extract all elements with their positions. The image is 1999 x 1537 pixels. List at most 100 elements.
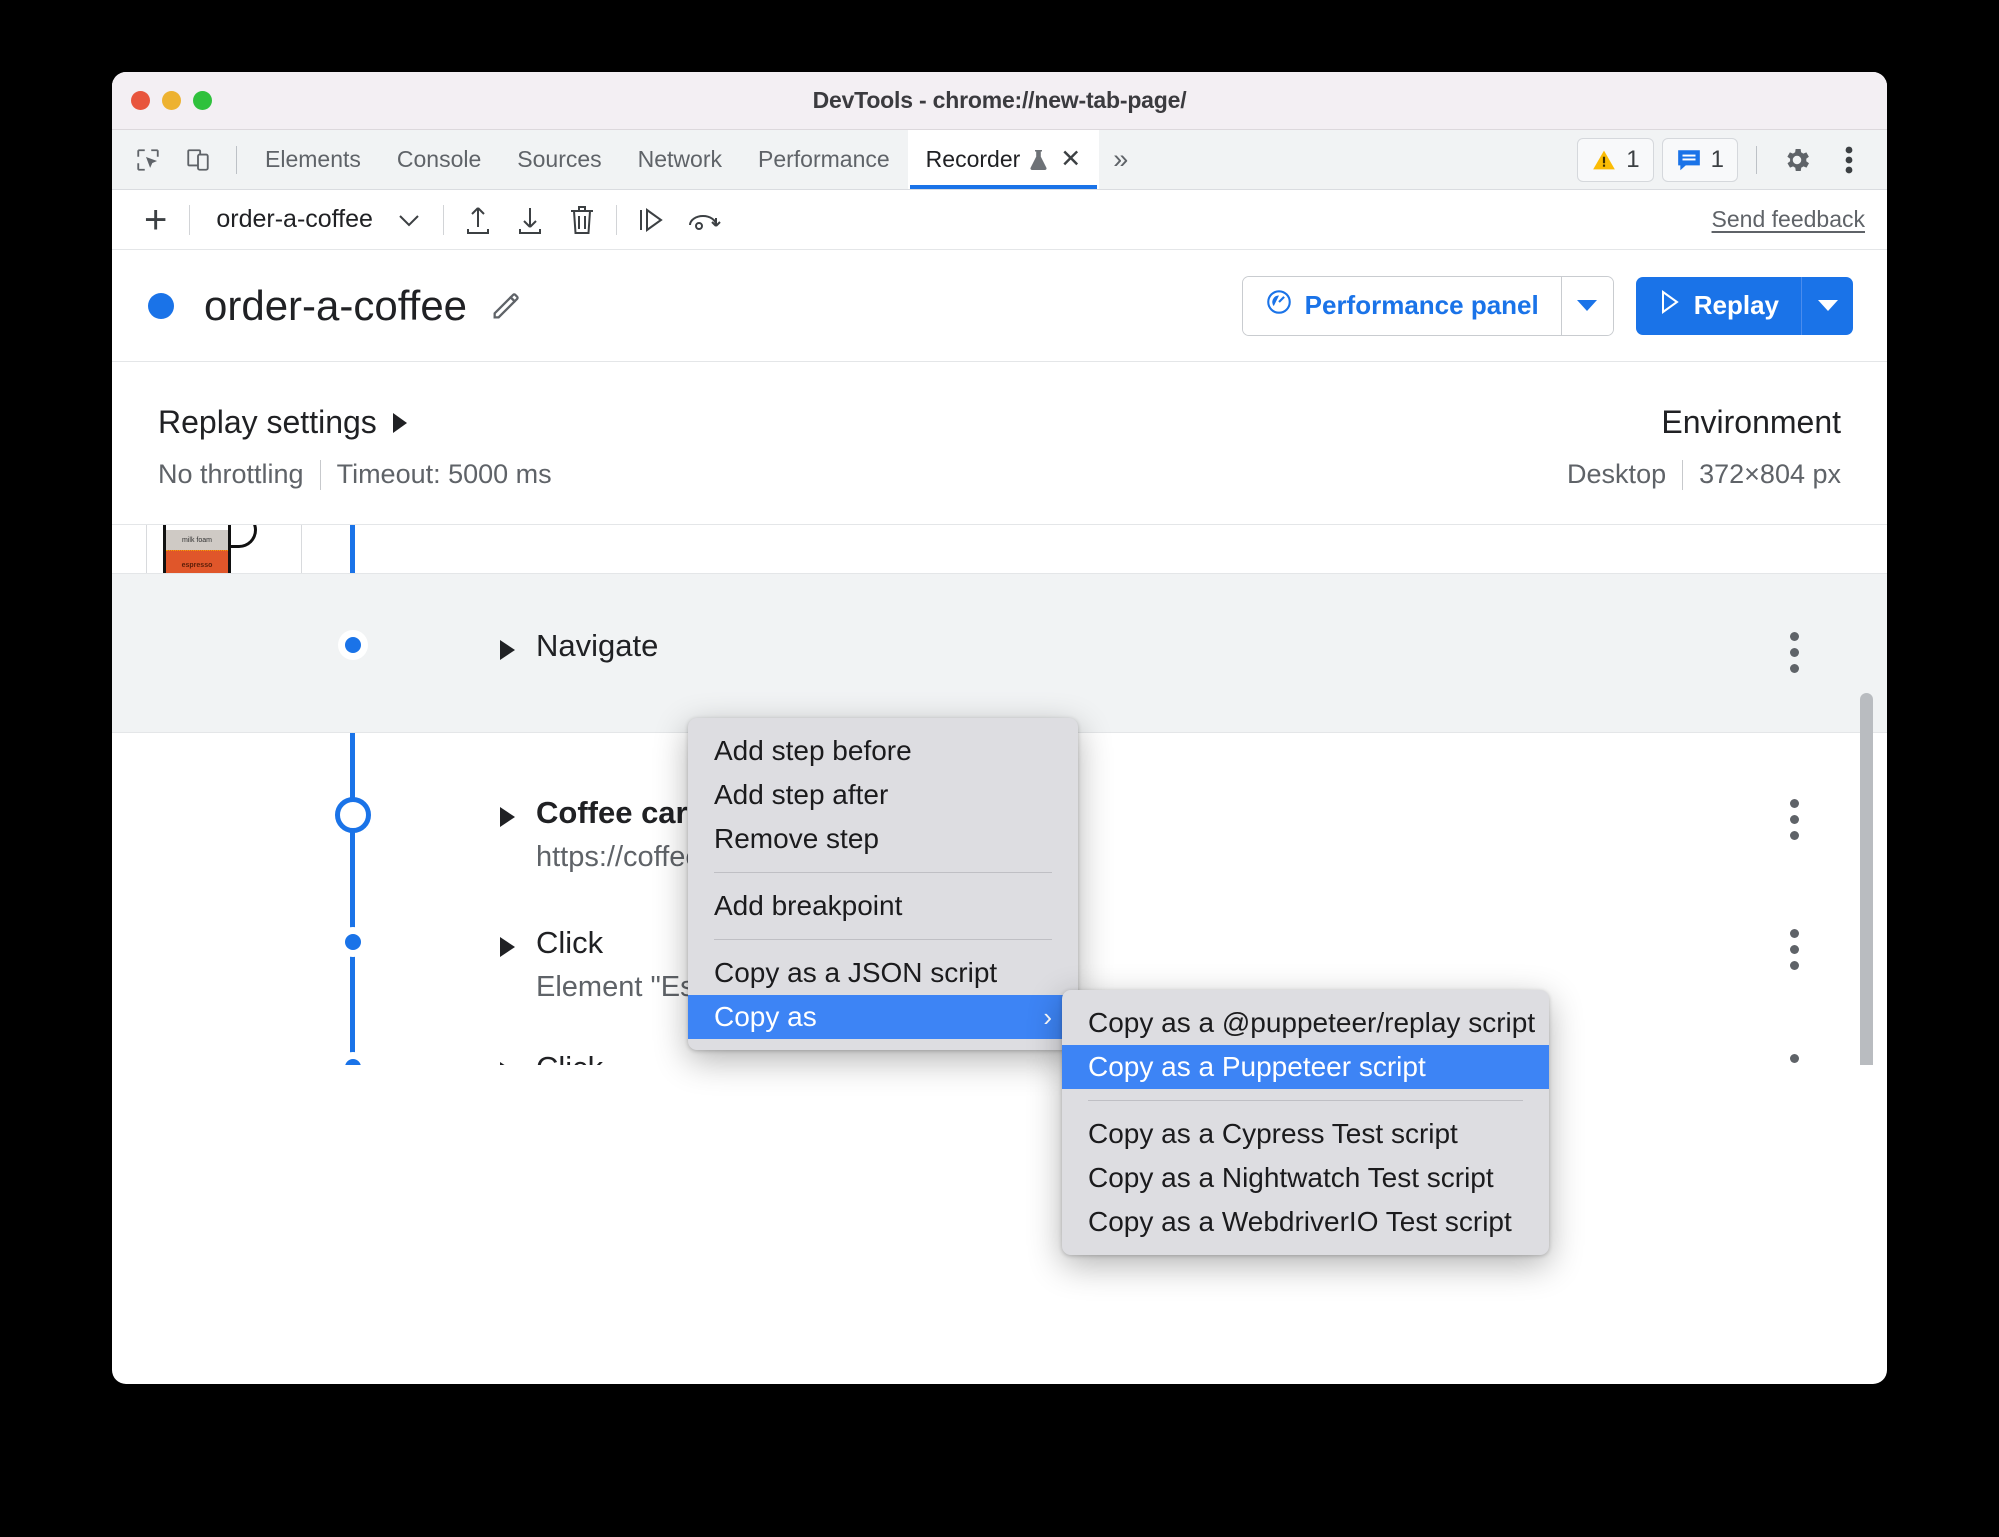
page-title: order-a-coffee — [204, 281, 468, 329]
experiment-flask-icon — [1029, 148, 1049, 172]
maximize-window-button[interactable] — [193, 91, 212, 110]
environment-block: Environment Desktop 372×804 px — [1567, 404, 1841, 490]
menu-item-copy-nightwatch[interactable]: Copy as a Nightwatch Test script — [1062, 1156, 1549, 1200]
replay-settings-toggle[interactable]: Replay settings — [158, 404, 552, 441]
menu-item-add-step-after[interactable]: Add step after — [688, 773, 1078, 817]
window-title: DevTools - chrome://new-tab-page/ — [812, 87, 1187, 113]
issues-badge[interactable]: 1 — [1661, 137, 1738, 182]
tab-recorder[interactable]: Recorder ✕ — [907, 130, 1100, 189]
send-feedback-link[interactable]: Send feedback — [1712, 206, 1865, 233]
menu-item-copy-as-json[interactable]: Copy as a JSON script — [688, 951, 1078, 995]
step-title: Coffee cart — [536, 795, 698, 830]
upload-icon[interactable] — [452, 198, 504, 242]
menu-item-copy-puppeteer[interactable]: Copy as a Puppeteer script — [1062, 1045, 1549, 1089]
tabbar-divider — [236, 145, 237, 174]
menu-item-add-step-before[interactable]: Add step before — [688, 729, 1078, 773]
tab-network[interactable]: Network — [620, 130, 740, 189]
chevron-down-icon — [1817, 300, 1838, 311]
table-row[interactable]: Navigate — [112, 573, 1887, 733]
tabbar-right-tools: 1 1 — [1577, 130, 1887, 189]
tab-label: Network — [637, 146, 722, 172]
expand-step-icon[interactable] — [500, 937, 515, 957]
panel-tabs: Elements Console Sources Network Perform… — [247, 130, 1100, 189]
kebab-icon[interactable] — [1827, 138, 1871, 182]
tab-label: Elements — [265, 146, 361, 172]
tab-label: Performance — [758, 146, 890, 172]
performance-panel-button-group: Performance panel — [1241, 275, 1614, 336]
device-toolbar-icon[interactable] — [176, 138, 220, 182]
step-title: Navigate — [536, 628, 659, 663]
tab-sources[interactable]: Sources — [499, 130, 619, 189]
step-content: Click Element "Proceed to checkout" — [500, 1050, 935, 1065]
triangle-right-icon — [392, 412, 407, 433]
step-node-dot — [338, 1052, 368, 1065]
menu-item-remove-step[interactable]: Remove step — [688, 817, 1078, 861]
replay-dropdown[interactable] — [1801, 276, 1853, 335]
inspect-element-icon[interactable] — [126, 138, 170, 182]
tab-label: Recorder — [925, 146, 1021, 172]
recorder-toolbar: + order-a-coffee Send feedback — [112, 190, 1887, 250]
step-kebab-icon[interactable] — [1789, 1054, 1799, 1065]
download-icon[interactable] — [504, 198, 556, 242]
pencil-icon[interactable] — [489, 289, 523, 323]
menu-item-copy-puppeteer-replay[interactable]: Copy as a @puppeteer/replay script — [1062, 1001, 1549, 1045]
step-content: Coffee cart https://coffee — [500, 795, 702, 874]
warnings-count: 1 — [1626, 145, 1640, 173]
menu-item-label: Copy as — [714, 1001, 817, 1032]
step-content: Navigate — [500, 628, 658, 664]
step-node-dot — [338, 927, 368, 957]
replay-button[interactable]: Replay — [1635, 276, 1801, 335]
step-kebab-icon[interactable] — [1789, 929, 1799, 970]
window-controls — [131, 91, 212, 110]
tab-label: Console — [396, 146, 482, 172]
chevron-down-icon — [1577, 300, 1598, 311]
minimize-window-button[interactable] — [162, 91, 181, 110]
step-over-icon[interactable] — [625, 198, 677, 242]
performance-gauge-icon — [1265, 288, 1293, 323]
more-tabs-icon[interactable]: » — [1099, 130, 1142, 189]
menu-separator-2 — [714, 939, 1052, 940]
replay-settings-block: Replay settings No throttling Timeout: 5… — [158, 404, 552, 490]
add-recording-button[interactable]: + — [130, 200, 181, 240]
submenu-separator — [1088, 1100, 1523, 1101]
toolbar-divider — [189, 204, 191, 235]
menu-item-add-breakpoint[interactable]: Add breakpoint — [688, 884, 1078, 928]
menu-item-copy-as[interactable]: Copy as › — [688, 995, 1078, 1039]
close-window-button[interactable] — [131, 91, 150, 110]
step-kebab-icon[interactable] — [1789, 799, 1799, 840]
performance-panel-button[interactable]: Performance panel — [1242, 276, 1561, 335]
settings-row: Replay settings No throttling Timeout: 5… — [112, 362, 1887, 525]
close-icon[interactable]: ✕ — [1060, 147, 1081, 172]
menu-item-copy-webdriverio[interactable]: Copy as a WebdriverIO Test script — [1062, 1200, 1549, 1244]
warnings-badge[interactable]: 1 — [1577, 137, 1654, 182]
tab-label: Sources — [517, 146, 602, 172]
menu-item-copy-cypress[interactable]: Copy as a Cypress Test script — [1062, 1112, 1549, 1156]
environment-label: Environment — [1661, 404, 1841, 440]
recording-selector-label[interactable]: order-a-coffee — [216, 205, 373, 234]
recording-status-dot — [148, 292, 174, 319]
performance-panel-dropdown[interactable] — [1560, 276, 1613, 335]
step-kebab-icon[interactable] — [1789, 632, 1799, 673]
tab-elements[interactable]: Elements — [247, 130, 379, 189]
expand-step-icon[interactable] — [500, 807, 515, 827]
milk-foam-layer: milk foam — [166, 530, 228, 550]
chevron-down-icon[interactable] — [383, 198, 435, 242]
expand-step-icon[interactable] — [500, 1062, 515, 1065]
toolbar-divider-2 — [442, 204, 444, 235]
viewport-value: 372×804 px — [1699, 459, 1841, 489]
tab-performance[interactable]: Performance — [740, 130, 908, 189]
tab-console[interactable]: Console — [379, 130, 499, 189]
recording-header: order-a-coffee Performance panel Replay — [112, 250, 1887, 362]
gear-icon[interactable] — [1775, 138, 1819, 182]
replay-arrow-icon[interactable] — [677, 198, 729, 242]
tabbar-right-divider — [1756, 145, 1757, 174]
timeout-value: Timeout: 5000 ms — [336, 459, 552, 489]
expand-step-icon[interactable] — [500, 640, 515, 660]
replay-button-group: Replay — [1635, 276, 1853, 335]
step-context-menu: Add step before Add step after Remove st… — [688, 718, 1078, 1050]
steps-scrollbar[interactable] — [1860, 693, 1873, 1065]
trash-icon[interactable] — [556, 198, 608, 242]
menu-separator — [714, 872, 1052, 873]
toolbar-divider-3 — [615, 204, 617, 235]
replay-label: Replay — [1693, 290, 1779, 320]
